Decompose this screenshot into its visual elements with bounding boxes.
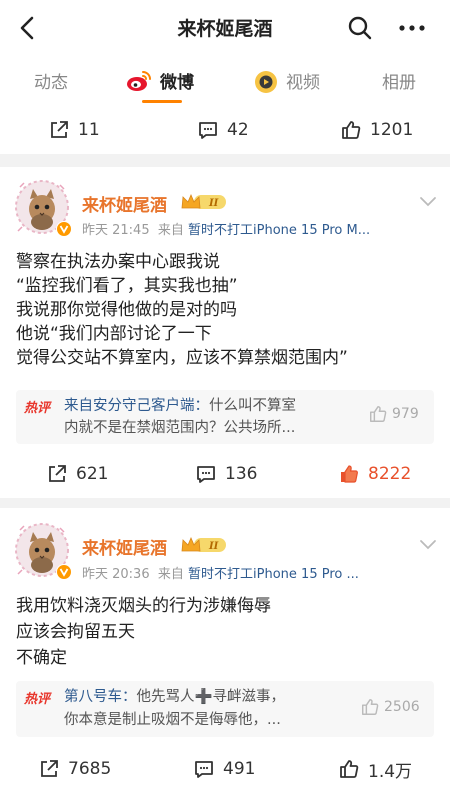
chevron-down-icon[interactable] bbox=[416, 189, 440, 213]
repost-button[interactable]: 11 bbox=[48, 106, 100, 154]
hot-comment-text: 内就不是在禁烟范围内？公共场所... bbox=[64, 420, 296, 436]
weibo-post: 来杯姬尾酒 II 昨天 21:45 来自 暂时不打工iPhone 15 Pro … bbox=[0, 167, 450, 498]
post-meta: 昨天 20:36 来自 暂时不打工iPhone 15 Pro ... bbox=[82, 563, 402, 582]
profile-tabs: 动态 微博 视频 相册 bbox=[0, 56, 450, 108]
svg-text:II: II bbox=[208, 198, 219, 209]
post-device[interactable]: 暂时不打工iPhone 15 Pro M... bbox=[188, 223, 370, 238]
hot-comment-line: 来自安分守己客户端：什么叫不算室 bbox=[64, 395, 296, 417]
post-time: 昨天 20:36 bbox=[82, 567, 150, 582]
share-icon bbox=[51, 121, 68, 138]
repost-count: 621 bbox=[76, 464, 109, 484]
hot-comment-like-count: 979 bbox=[392, 406, 419, 422]
comment-button[interactable]: 491 bbox=[193, 745, 255, 793]
like-count: 1.4万 bbox=[368, 761, 413, 782]
hot-comment-line: 第八号车：他先骂人➕寻衅滋事， bbox=[64, 686, 285, 708]
post-text-line: 我说那你觉得他做的是对的吗 bbox=[16, 300, 237, 320]
hot-comment-text: 你本意是制止吸烟不是侮辱他，... bbox=[64, 712, 281, 728]
hot-comment-tag: 热评 bbox=[24, 692, 51, 707]
username[interactable]: 来杯姬尾酒 bbox=[82, 534, 167, 559]
thumbs-up-icon bbox=[340, 760, 359, 778]
chevron-down-icon[interactable] bbox=[416, 532, 440, 556]
comment-count: 136 bbox=[225, 464, 258, 484]
active-tab-indicator bbox=[142, 100, 182, 103]
tab-video[interactable]: 视频 bbox=[286, 69, 320, 97]
vip-crown-icon: II bbox=[181, 193, 226, 209]
username[interactable]: 来杯姬尾酒 bbox=[82, 191, 167, 216]
more-icon[interactable] bbox=[396, 15, 428, 41]
hot-comment-like-count: 2506 bbox=[384, 699, 420, 715]
post-text-line: 应该会拘留五天 bbox=[16, 622, 135, 642]
thumbs-up-icon bbox=[342, 121, 361, 139]
weibo-logo-icon bbox=[127, 71, 151, 91]
weibo-post: 来杯姬尾酒 II 昨天 20:36 来自 暂时不打工iPhone 15 Pro … bbox=[0, 508, 450, 800]
repost-count: 7685 bbox=[68, 759, 112, 779]
like-count: 1201 bbox=[370, 120, 414, 140]
verified-badge-icon bbox=[56, 221, 72, 237]
hot-comment-tag: 热评 bbox=[24, 401, 51, 416]
post-meta: 昨天 21:45 来自 暂时不打工iPhone 15 Pro M... bbox=[82, 219, 402, 238]
hot-comment-like[interactable]: 979 bbox=[368, 404, 419, 424]
search-icon[interactable] bbox=[347, 15, 373, 41]
source-prefix: 来自 bbox=[157, 223, 184, 238]
comment-button[interactable]: 136 bbox=[195, 450, 257, 498]
tab-dynamics[interactable]: 动态 bbox=[34, 69, 68, 97]
repost-button[interactable]: 7685 bbox=[38, 745, 111, 793]
hot-comment[interactable]: 热评 第八号车：他先骂人➕寻衅滋事， 你本意是制止吸烟不是侮辱他，... 250… bbox=[16, 681, 434, 737]
comment-button[interactable]: 42 bbox=[197, 106, 249, 154]
post-actions: 7685 491 1.4万 bbox=[0, 745, 450, 793]
thumbs-up-icon bbox=[362, 699, 379, 715]
avatar[interactable] bbox=[15, 180, 72, 237]
post-text-line: 警察在执法办案中心跟我说 bbox=[16, 252, 220, 272]
comment-count: 42 bbox=[227, 120, 249, 140]
comment-icon bbox=[197, 466, 215, 483]
post-actions: 621 136 8222 bbox=[0, 450, 450, 498]
repost-button[interactable]: 621 bbox=[46, 450, 108, 498]
hot-comment-author[interactable]: 来自安分守己客户端： bbox=[64, 398, 209, 414]
thumbs-up-icon bbox=[370, 406, 387, 422]
post-text-line: “监控我们看了，其实我也抽” bbox=[16, 276, 238, 296]
post-text-line: 我用饮料浇灭烟头的行为涉嫌侮辱 bbox=[16, 596, 271, 616]
like-button[interactable]: 8222 bbox=[338, 450, 411, 498]
prev-post-actions: 11 42 1201 bbox=[0, 106, 450, 154]
post-text-line: 觉得公交站不算室内，应该不算禁烟范围内” bbox=[16, 348, 348, 368]
vip-crown-icon: II bbox=[181, 536, 226, 552]
video-icon bbox=[255, 71, 277, 93]
hot-comment-like[interactable]: 2506 bbox=[360, 697, 420, 717]
tab-album[interactable]: 相册 bbox=[382, 69, 416, 97]
comment-icon bbox=[195, 761, 213, 778]
source-prefix: 来自 bbox=[157, 567, 184, 582]
hot-comment[interactable]: 热评 来自安分守己客户端：什么叫不算室 内就不是在禁烟范围内？公共场所... 9… bbox=[16, 390, 434, 444]
hot-comment-text: 他先骂人➕寻衅滋事， bbox=[136, 689, 286, 705]
avatar[interactable] bbox=[15, 523, 72, 580]
repost-count: 11 bbox=[78, 120, 100, 140]
post-text-line: 他说“我们内部讨论了一下 bbox=[16, 324, 212, 344]
like-count: 8222 bbox=[368, 464, 412, 484]
post-device[interactable]: 暂时不打工iPhone 15 Pro ... bbox=[188, 567, 359, 582]
like-button[interactable]: 1.4万 bbox=[338, 745, 412, 793]
hot-comment-author[interactable]: 第八号车： bbox=[64, 689, 137, 705]
post-text-line: 不确定 bbox=[16, 648, 67, 668]
svg-text:II: II bbox=[208, 541, 219, 552]
hot-comment-text: 什么叫不算室 bbox=[209, 398, 296, 414]
verified-badge-icon bbox=[56, 564, 72, 580]
post-time: 昨天 21:45 bbox=[82, 223, 150, 238]
thumbs-up-filled-icon bbox=[341, 465, 358, 483]
top-bar: 来杯姬尾酒 bbox=[0, 0, 450, 56]
comment-icon bbox=[199, 122, 217, 139]
page-title: 来杯姬尾酒 bbox=[177, 18, 273, 40]
tab-weibo[interactable]: 微博 bbox=[160, 69, 194, 97]
share-icon bbox=[41, 760, 58, 777]
comment-count: 491 bbox=[223, 759, 256, 779]
like-button[interactable]: 1201 bbox=[340, 106, 413, 154]
share-icon bbox=[49, 465, 66, 482]
